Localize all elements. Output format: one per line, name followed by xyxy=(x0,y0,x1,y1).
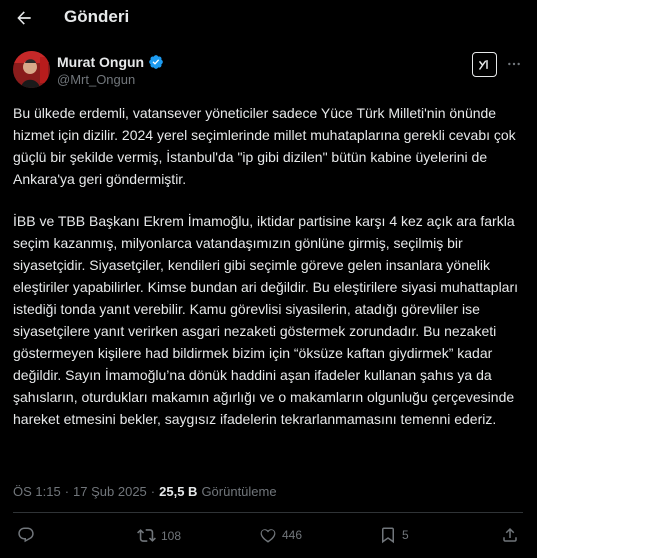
post-date[interactable]: 17 Şub 2025 xyxy=(73,484,147,499)
like-count: 446 xyxy=(282,528,303,542)
meta-separator: · xyxy=(150,484,156,499)
post-time[interactable]: ÖS 1:15 xyxy=(13,484,61,499)
verified-badge-icon xyxy=(149,55,163,69)
share-icon xyxy=(503,527,517,542)
author-handle[interactable]: @Mrt_Ongun xyxy=(57,72,164,87)
heart-icon xyxy=(260,529,276,543)
arrow-left-icon xyxy=(17,11,31,25)
back-button[interactable] xyxy=(12,6,36,30)
display-name-row: Murat Ongun xyxy=(57,54,164,70)
more-horizontal-icon xyxy=(508,62,520,66)
share-button[interactable] xyxy=(501,526,519,544)
grok-button[interactable] xyxy=(472,52,497,77)
post-text: Bu ülkede erdemli, vatansever yöneticile… xyxy=(13,102,523,430)
post-paragraph: İBB ve TBB Başkanı Ekrem İmamoğlu, iktid… xyxy=(13,213,519,427)
meta-separator: · xyxy=(64,484,70,499)
post-detail-panel: Gönderi Murat Ongun @Mrt_Ongun Bu ülkede… xyxy=(0,0,537,558)
top-bar: Gönderi xyxy=(0,0,537,36)
page-title: Gönderi xyxy=(64,7,130,26)
bookmark-button[interactable]: 5 xyxy=(379,526,409,544)
post-author: Murat Ongun @Mrt_Ongun xyxy=(57,54,164,87)
action-bar: 108 446 5 xyxy=(13,526,523,548)
avatar[interactable] xyxy=(13,51,50,88)
post-meta: ÖS 1:15 · 17 Şub 2025 · 25,5 B Görüntüle… xyxy=(13,484,277,499)
author-display-name[interactable]: Murat Ongun xyxy=(57,54,144,70)
reply-button[interactable] xyxy=(17,526,40,544)
views-count: 25,5 B xyxy=(159,484,198,499)
like-button[interactable]: 446 xyxy=(259,526,302,544)
repost-button[interactable]: 108 xyxy=(137,526,181,545)
repost-count: 108 xyxy=(161,528,182,543)
grok-icon xyxy=(478,60,488,70)
divider xyxy=(13,512,523,513)
bookmark-icon xyxy=(382,527,394,544)
more-options-button[interactable] xyxy=(505,55,523,73)
post-paragraph: Bu ülkede erdemli, vatansever yöneticile… xyxy=(13,105,516,187)
views-label: Görüntüleme xyxy=(201,484,277,499)
repost-icon xyxy=(137,529,156,542)
bookmark-count: 5 xyxy=(402,528,409,542)
reply-icon xyxy=(18,527,34,543)
